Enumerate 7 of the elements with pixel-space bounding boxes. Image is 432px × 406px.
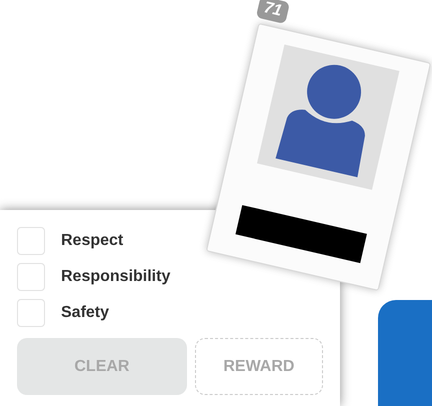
- checkbox-label: Safety: [61, 303, 110, 323]
- checkbox-label: Respect: [61, 231, 124, 251]
- checkbox[interactable]: [17, 263, 45, 291]
- checkbox[interactable]: [17, 299, 45, 327]
- checkbox[interactable]: [17, 227, 45, 255]
- checkbox-label: Responsibility: [61, 267, 170, 287]
- count-badge: 71: [256, 0, 290, 24]
